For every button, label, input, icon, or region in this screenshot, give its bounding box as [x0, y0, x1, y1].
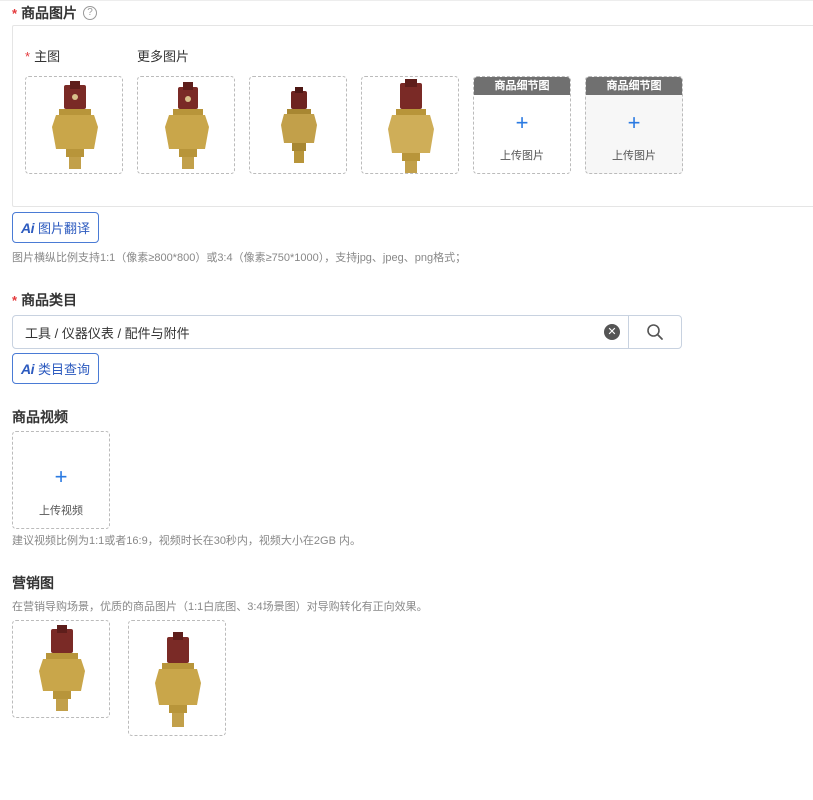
ai-category-query-button[interactable]: Ai 类目查询	[12, 353, 100, 384]
category-value: 工具 / 仪器仪表 / 配件与附件	[25, 325, 190, 341]
more-image-thumbnail-2[interactable]	[249, 76, 347, 174]
video-hint: 建议视频比例为1:1或者16:9，视频时长在30秒内，视频大小在2GB 内。	[12, 535, 362, 547]
marketing-image-2[interactable]	[128, 620, 226, 736]
sensor-photo-icon	[39, 625, 85, 711]
category-select[interactable]: 工具 / 仪器仪表 / 配件与附件 ✕	[12, 315, 682, 349]
category-label: 商品类目	[21, 292, 78, 308]
search-icon	[647, 324, 663, 340]
required-mark: *	[12, 292, 18, 308]
product-images-label: 商品图片	[21, 5, 78, 21]
marketing-title: 营销图	[12, 575, 54, 591]
sensor-photo-icon	[155, 632, 201, 727]
detail-image-tag: 商品细节图	[586, 77, 682, 95]
clear-icon[interactable]: ✕	[604, 324, 620, 340]
upload-image-label: 上传图片	[500, 150, 544, 162]
detail-image-tag: 商品细节图	[474, 77, 570, 95]
plus-icon: +	[54, 464, 68, 489]
top-divider	[0, 0, 813, 1]
more-images-label: 更多图片	[137, 49, 190, 64]
product-images-title: * 商品图片 ?	[12, 3, 98, 23]
ai-icon: Ai	[21, 219, 35, 236]
search-button[interactable]	[628, 316, 681, 348]
sensor-photo-icon	[388, 79, 434, 173]
image-ratio-hint: 图片横纵比例支持1:1（像素≥800*800）或3:4（像素≥750*1000）…	[12, 252, 467, 264]
more-image-thumbnail-1[interactable]	[137, 76, 235, 174]
sensor-photo-icon	[52, 81, 98, 169]
marketing-image-1[interactable]	[12, 620, 110, 718]
required-mark: *	[25, 49, 31, 64]
main-image-thumbnail[interactable]	[25, 76, 123, 174]
ai-category-query-label: 类目查询	[38, 362, 91, 377]
detail-image-upload-2[interactable]: 商品细节图 + 上传图片	[585, 76, 683, 174]
help-icon[interactable]: ?	[83, 6, 98, 20]
category-title: * 商品类目	[12, 290, 77, 310]
ai-translate-label: 图片翻译	[38, 221, 91, 236]
ai-image-translate-button[interactable]: Ai 图片翻译	[12, 212, 100, 243]
upload-image-label: 上传图片	[612, 150, 656, 162]
video-title: 商品视频	[12, 409, 68, 425]
sensor-photo-icon	[281, 87, 317, 163]
upload-video-label: 上传视频	[39, 505, 83, 517]
detail-image-upload-1[interactable]: 商品细节图 + 上传图片	[473, 76, 571, 174]
plus-icon: +	[627, 110, 641, 135]
required-mark: *	[12, 5, 18, 21]
marketing-hint: 在营销导购场景，优质的商品图片（1:1白底图、3:4场景图）对导购转化有正向效果…	[12, 601, 428, 613]
plus-icon: +	[515, 110, 529, 135]
ai-icon: Ai	[21, 360, 35, 377]
more-image-thumbnail-3[interactable]	[361, 76, 459, 174]
video-upload[interactable]: + 上传视频	[12, 431, 110, 529]
main-image-label: * 主图	[25, 49, 61, 64]
sensor-photo-icon	[165, 82, 209, 169]
